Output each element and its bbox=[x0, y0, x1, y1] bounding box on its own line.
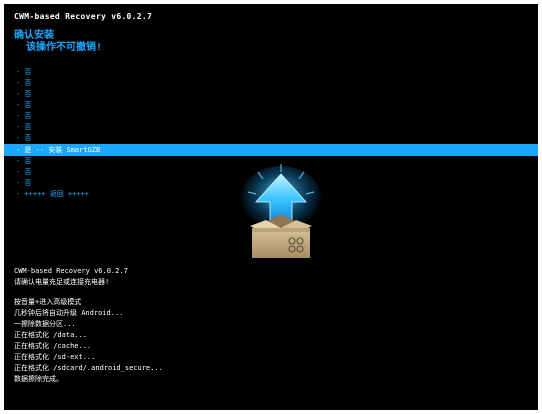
recovery-screen: CWM-based Recovery v6.0.2.7 确认安装 该操作不可撤销… bbox=[4, 4, 538, 410]
menu-item-no[interactable]: - 否 bbox=[4, 89, 538, 100]
log-line: 数据擦除完成。 bbox=[14, 375, 63, 383]
log-battery-warning: 请确认电量充足或连接充电器! bbox=[14, 278, 110, 286]
log-version-line: CWM-based Recovery v6.0.2.7 bbox=[14, 267, 128, 275]
menu-item-no[interactable]: - 否 bbox=[4, 78, 538, 89]
menu-item-no[interactable]: - 否 bbox=[4, 111, 538, 122]
log-line: 正在格式化 /data... bbox=[14, 331, 87, 339]
log-line: 按音量+进入高级模式 bbox=[14, 298, 82, 306]
log-line: 正在格式化 /sd-ext... bbox=[14, 353, 96, 361]
log-line: 正在格式化 /sdcard/.android_secure... bbox=[14, 364, 163, 372]
menu-item-yes-install[interactable]: - 是 -- 安装 SmartGZB bbox=[4, 144, 538, 156]
menu-item-no[interactable]: - 否 bbox=[4, 122, 538, 133]
upload-box-icon bbox=[239, 164, 323, 258]
recovery-version-header: CWM-based Recovery v6.0.2.7 bbox=[14, 12, 153, 21]
irreversible-warning: 该操作不可撤销! bbox=[26, 42, 103, 53]
log-line: 几秒钟后将自动升级 Android... bbox=[14, 309, 124, 317]
menu-item-no[interactable]: - 否 bbox=[4, 100, 538, 111]
menu-item-no[interactable]: - 否 bbox=[4, 67, 538, 78]
log-line: 正在格式化 /cache... bbox=[14, 342, 92, 350]
recovery-log: CWM-based Recovery v6.0.2.7 请确认电量充足或连接充电… bbox=[14, 266, 534, 385]
log-line: 一擦除数据分区... bbox=[14, 320, 76, 328]
menu-item-no[interactable]: - 否 bbox=[4, 133, 538, 144]
